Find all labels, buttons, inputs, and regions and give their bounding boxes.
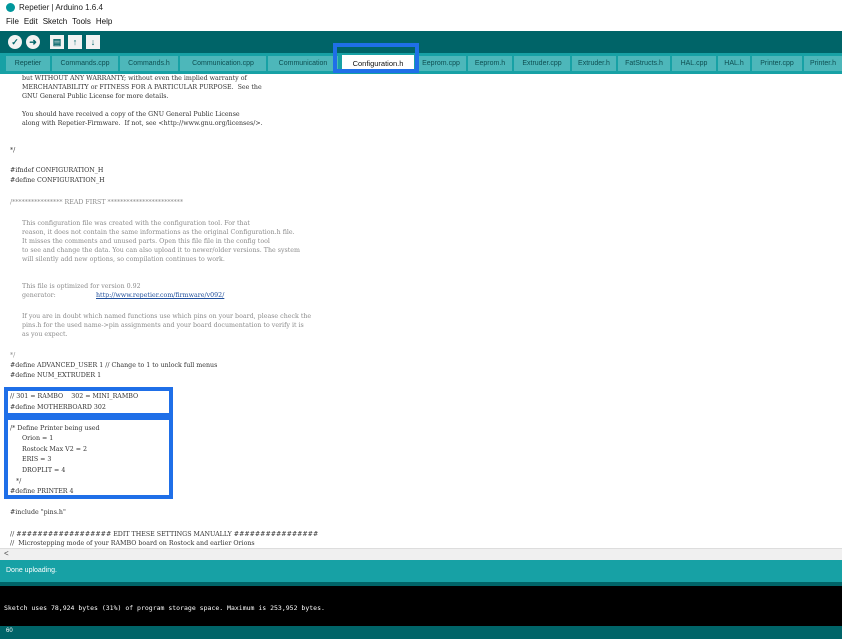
code-line: It misses the comments and unused parts.… [22,238,270,245]
code-line: */ [10,352,16,359]
code-line: // Microstepping mode of your RAMBO boar… [10,540,255,547]
tab-extruder-cpp[interactable]: Extruder.cpp [514,56,570,71]
tab-configuration-h[interactable]: Configuration.h [342,55,414,72]
code-line: #ifndef CONFIGURATION_H [10,167,104,174]
tab-communication[interactable]: Communication [268,56,338,71]
line-number: 60 [6,628,13,634]
code-line: */ [10,147,16,154]
tab-eeprom-cpp[interactable]: Eeprom.cpp [416,56,466,71]
tab-hal-cpp[interactable]: HAL.cpp [672,56,716,71]
code-line: You should have received a copy of the G… [22,111,240,118]
code-line: This configuration file was created with… [22,220,250,227]
code-line: pins.h for the used name->pin assignment… [22,322,304,329]
code-line: DROPLIT = 4 [22,467,66,474]
code-line: MERCHANTABILITY or FITNESS FOR A PARTICU… [22,84,262,91]
title-bar: Repetier | Arduino 1.6.4 [0,0,842,14]
code-line: to see and change the data. You can also… [22,247,300,254]
menu-help[interactable]: Help [96,17,112,30]
code-line: // 301 = RAMBO 302 = MINI_RAMBO [10,393,139,400]
code-line: #include "pins.h" [10,509,66,516]
code-line: GNU General Public License for more deta… [22,93,169,100]
code-line: This file is optimized for version 0.92 [22,283,141,290]
code-line: // ################## EDIT THESE SETTING… [10,531,319,538]
menu-tools[interactable]: Tools [72,17,91,30]
line-number-bar: 60 [0,626,842,639]
code-line: along with Repetier-Firmware. If not, se… [22,120,263,127]
save-icon: ↓ [90,37,96,47]
new-file-icon: ▤ [52,36,62,47]
code-line: /**************** READ FIRST ***********… [10,199,184,206]
tab-eeprom-h[interactable]: Eeprom.h [468,56,512,71]
scroll-left-icon[interactable]: < [4,549,9,558]
horizontal-scrollbar[interactable]: < [0,548,842,560]
code-editor[interactable]: but WITHOUT ANY WARRANTY; without even t… [0,74,842,548]
code-line: generator: [22,292,58,299]
code-line: ERIS = 3 [22,456,52,463]
code-line: If you are in doubt which named function… [22,313,312,320]
check-icon: ✓ [11,36,19,47]
code-line: #define ADVANCED_USER 1 // Change to 1 t… [10,362,218,369]
tab-printer-h[interactable]: Printer.h [804,56,842,71]
code-line: Rostock Max V2 = 2 [22,446,88,453]
save-button[interactable]: ↓ [86,35,100,49]
code-line: #define MOTHERBOARD 302 [10,404,106,411]
code-line: will silently add new options, so compil… [22,256,225,263]
tab-fatstructs-h[interactable]: FatStructs.h [618,56,670,71]
code-line: #define CONFIGURATION_H [10,177,105,184]
upload-button[interactable]: ➜ [26,35,40,49]
verify-button[interactable]: ✓ [8,35,22,49]
toolbar: ✓ ➜ ▤ ↑ ↓ [0,31,842,53]
menu-file[interactable]: File [6,17,19,30]
firmware-link[interactable]: http://www.repetier.com/firmware/v092/ [96,291,224,300]
code-line: */ [16,478,22,485]
code-line: #define PRINTER 4 [10,488,74,495]
tab-bar: Repetier Commands.cpp Commands.h Communi… [0,53,842,74]
tab-commands-h[interactable]: Commands.h [120,56,178,71]
tab-commands-cpp[interactable]: Commands.cpp [52,56,118,71]
open-icon: ↑ [72,37,78,47]
menu-edit[interactable]: Edit [24,17,38,30]
menu-bar: File Edit Sketch Tools Help [0,17,117,30]
status-bar: Done uploading. [0,560,842,582]
tab-extruder-h[interactable]: Extruder.h [572,56,616,71]
new-button[interactable]: ▤ [50,35,64,49]
code-line: #define NUM_EXTRUDER 1 [10,372,102,379]
status-message: Done uploading. [6,567,57,574]
code-line: /* Define Printer being used [10,425,100,432]
open-button[interactable]: ↑ [68,35,82,49]
code-line: as you expect. [22,331,68,338]
tab-communication-cpp[interactable]: Communication.cpp [180,56,266,71]
console-output: Sketch uses 78,924 bytes (31%) of progra… [0,586,842,626]
menu-sketch[interactable]: Sketch [43,17,67,30]
code-line: Orion = 1 [22,435,54,442]
window-title: Repetier | Arduino 1.6.4 [19,2,103,12]
code-line: but WITHOUT ANY WARRANTY; without even t… [22,75,247,82]
tab-hal-h[interactable]: HAL.h [718,56,750,71]
arrow-right-icon: ➜ [29,36,37,47]
code-line: reason, it does not contain the same inf… [22,229,295,236]
ide-window: Repetier | Arduino 1.6.4 File Edit Sketc… [0,0,842,639]
tab-printer-cpp[interactable]: Printer.cpp [752,56,802,71]
tab-repetier[interactable]: Repetier [6,56,50,71]
arduino-logo-icon [6,2,15,12]
console-message: Sketch uses 78,924 bytes (31%) of progra… [4,604,325,612]
